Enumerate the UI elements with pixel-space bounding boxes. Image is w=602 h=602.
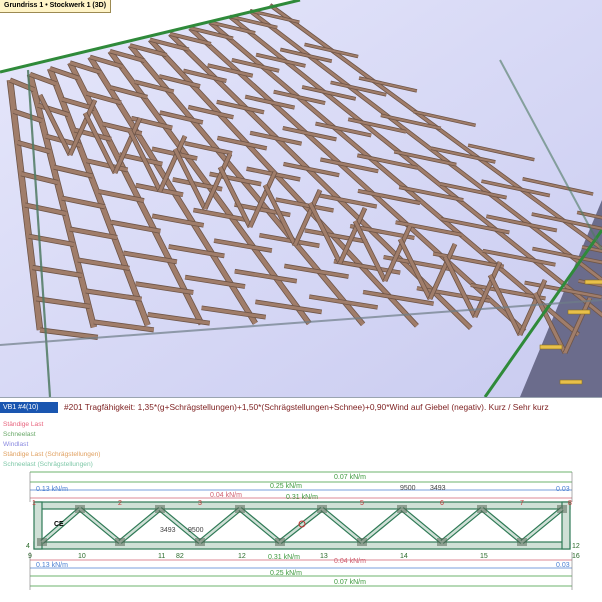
viewport-tab[interactable]: Grundriss 1 • Stockwerk 1 (3D) xyxy=(0,0,112,13)
dimension-9500-bottom: 9500 xyxy=(188,527,204,534)
node-plate[interactable] xyxy=(115,538,125,546)
legend-item-snow: Schneelast xyxy=(3,431,36,438)
node-plate[interactable] xyxy=(557,505,567,513)
load-label-top-3: 0.25 kN/m xyxy=(270,483,302,490)
node-label: 11 xyxy=(158,553,165,560)
node-label: 14 xyxy=(400,553,408,560)
load-legend: Ständige Last Schneelast Windlast Ständi… xyxy=(3,420,101,470)
node-plate[interactable] xyxy=(437,538,447,546)
node-plate[interactable] xyxy=(195,538,205,546)
roof-truss-3d-scene[interactable] xyxy=(0,0,602,397)
load-label-bottom-4: 0.25 kN/m xyxy=(270,570,302,577)
load-label-mid-1: 0.04 kN/m xyxy=(210,492,242,499)
load-label-top-2: 0.07 kN/m xyxy=(334,474,366,481)
node-plate[interactable] xyxy=(37,538,47,546)
dimension-9500-top: 9500 xyxy=(400,485,416,492)
dimension-3493-bottom: 3493 xyxy=(160,527,176,534)
node-label: 8 xyxy=(568,500,572,507)
node-label: 2 xyxy=(118,500,122,507)
node-label: 15 xyxy=(480,553,488,560)
node-label-side: 12 xyxy=(572,543,580,550)
truss-web-members xyxy=(40,507,564,544)
node-plate[interactable] xyxy=(397,505,407,513)
load-label-bottom-3: 0.13 kN/m xyxy=(36,562,68,569)
node-label: 16 xyxy=(572,553,580,560)
node-plate[interactable] xyxy=(275,538,285,546)
node-plate[interactable] xyxy=(235,505,245,513)
node-label: 10 xyxy=(78,553,86,560)
node-label: 7 xyxy=(520,500,524,507)
load-label-bottom-1: 0.31 kN/m xyxy=(268,554,300,561)
node-plate[interactable] xyxy=(357,538,367,546)
dimension-3493-top: 3493 xyxy=(430,485,446,492)
load-label-top-end: 0.03 xyxy=(556,486,570,493)
ce-badge: CE xyxy=(54,521,64,528)
node-plate[interactable] xyxy=(517,538,527,546)
node-label: 6 xyxy=(440,500,444,507)
truss-2d-panel: VB1 #4(10) #201 Tragfähigkeit: 1,35*(g+S… xyxy=(0,398,602,602)
node-plate[interactable] xyxy=(75,505,85,513)
node-plate[interactable] xyxy=(477,505,487,513)
node-label: 5 xyxy=(360,500,364,507)
legend-item-permanent: Ständige Last xyxy=(3,421,44,428)
truss-diagram[interactable]: 0.07 kN/m 0.25 kN/m 0.13 kN/m 0.03 0.04 … xyxy=(0,468,602,602)
pane-tab-label[interactable]: VB1 #4(10) xyxy=(0,402,58,413)
legend-item-wind: Windlast xyxy=(3,441,29,448)
node-label-extra: 82 xyxy=(176,553,184,560)
node-label: 1 xyxy=(32,500,36,507)
node-plate[interactable] xyxy=(155,505,165,513)
legend-item-permanent-tilt: Ständige Last (Schrägstellungen) xyxy=(3,451,101,458)
node-plate[interactable] xyxy=(317,505,327,513)
node-label: 3 xyxy=(198,500,202,507)
load-label-mid-2: 0.31 kN/m xyxy=(286,494,318,501)
node-label: 13 xyxy=(320,553,328,560)
load-label-bottom-end: 0.03 xyxy=(556,562,570,569)
load-label-bottom-2: 0.04 kN/m xyxy=(334,558,366,565)
load-case-title: #201 Tragfähigkeit: 1,35*(g+Schrägstellu… xyxy=(64,402,549,412)
load-label-top-1: 0.13 kN/m xyxy=(36,486,68,493)
node-label-side: 4 xyxy=(26,543,30,550)
viewport-3d[interactable]: Grundriss 1 • Stockwerk 1 (3D) xyxy=(0,0,602,398)
pane-header: VB1 #4(10) #201 Tragfähigkeit: 1,35*(g+S… xyxy=(0,402,602,413)
load-label-bottom-5: 0.07 kN/m xyxy=(334,579,366,586)
node-label: 12 xyxy=(238,553,246,560)
app-window: Grundriss 1 • Stockwerk 1 (3D) VB1 #4(10… xyxy=(0,0,602,602)
